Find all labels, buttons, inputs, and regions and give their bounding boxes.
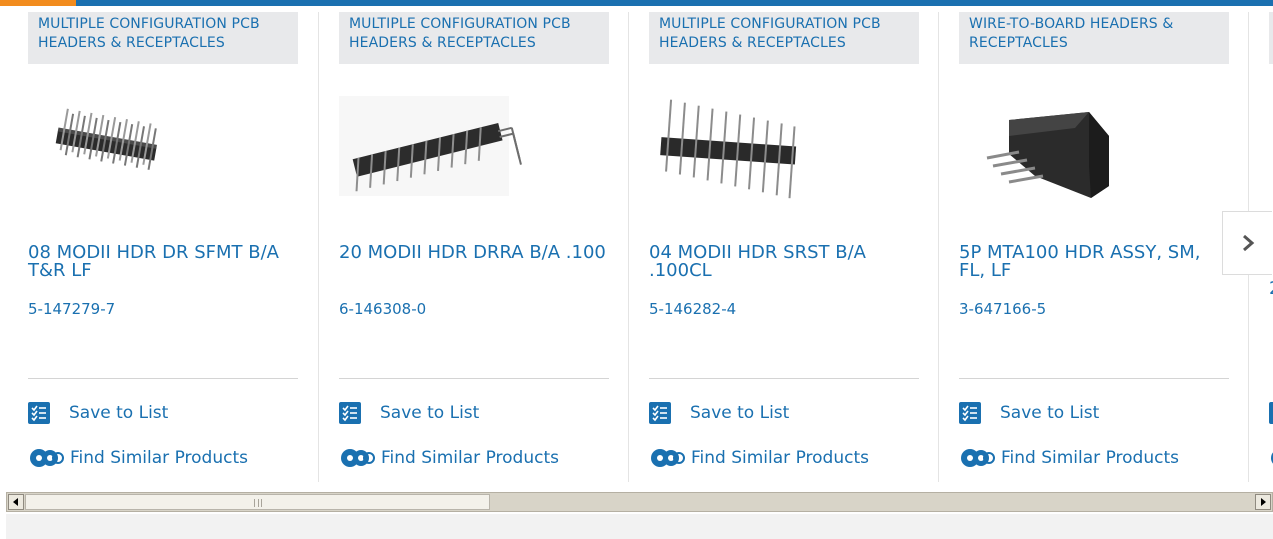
card-separator — [628, 12, 629, 482]
grip-icon — [253, 499, 262, 507]
gears-icon — [341, 449, 375, 467]
checklist-icon — [649, 402, 671, 424]
product-category: WIRE-TO-BOARD HEADERS & RECEPTACLES — [959, 12, 1229, 64]
part-number-link[interactable]: 6-146308-0 — [339, 300, 426, 318]
card-separator — [938, 12, 939, 482]
product-image[interactable] — [339, 86, 609, 206]
find-similar-products-button[interactable] — [1269, 446, 1273, 470]
part-number-link[interactable]: 5-147279-7 — [28, 300, 115, 318]
find-similar-products-button[interactable]: Find Similar Products — [649, 446, 869, 470]
save-to-list-label: Save to List — [69, 403, 169, 423]
part-number-link[interactable]: 3-647166-5 — [959, 300, 1046, 318]
product-card: MULTIPLE CONFIGURATION PCB HEADERS & REC… — [28, 6, 298, 482]
save-to-list-label: Save to List — [1000, 403, 1100, 423]
product-carousel: MULTIPLE CONFIGURATION PCB HEADERS & REC… — [0, 6, 1273, 482]
scroll-right-button[interactable] — [1255, 494, 1271, 510]
checklist-icon — [959, 402, 981, 424]
save-to-list-button[interactable]: Save to List — [28, 401, 168, 425]
save-to-list-button[interactable]: Save to List — [339, 401, 479, 425]
gears-icon — [30, 449, 64, 467]
product-category: MULTIPLE CONFIGURATION PCB HEADERS & REC… — [649, 12, 919, 64]
card-divider — [959, 378, 1229, 379]
scroll-left-button[interactable] — [8, 494, 24, 510]
product-card: MULTIPLE CONFIGURATION PCB HEADERS & REC… — [649, 6, 919, 482]
chevron-right-icon — [1242, 234, 1254, 252]
status-area — [6, 514, 1273, 539]
checklist-icon — [28, 402, 50, 424]
find-similar-label: Find Similar Products — [1001, 448, 1179, 468]
carousel-next-button[interactable] — [1222, 211, 1272, 275]
gears-icon — [1271, 452, 1273, 464]
find-similar-products-button[interactable]: Find Similar Products — [959, 446, 1179, 470]
product-image[interactable] — [959, 86, 1229, 206]
product-name-link[interactable]: 08 MODII HDR DR SFMT B/A T&R LF — [28, 244, 298, 280]
gears-icon — [651, 449, 685, 467]
product-name-link[interactable]: 04 MODII HDR SRST B/A .100CL — [649, 244, 919, 280]
product-category: MULTIPLE CONFIGURATION PCB HEADERS & REC… — [28, 12, 298, 64]
find-similar-products-button[interactable]: Find Similar Products — [28, 446, 248, 470]
product-image[interactable] — [649, 86, 919, 206]
save-to-list-button[interactable]: Save to List — [959, 401, 1099, 425]
part-number-link[interactable]: 5-146282-4 — [649, 300, 736, 318]
find-similar-label: Find Similar Products — [70, 448, 248, 468]
card-divider — [28, 378, 298, 379]
save-to-list-button[interactable] — [1269, 401, 1273, 425]
card-separator — [318, 12, 319, 482]
product-name-link[interactable]: 2 — [1269, 280, 1273, 298]
product-card: WIRE-TO-BOARD HEADERS & RECEPTACLES 5P M… — [959, 6, 1229, 482]
wire-to-board-header-image — [986, 112, 1109, 198]
save-to-list-button[interactable]: Save to List — [649, 401, 789, 425]
triangle-right-icon — [1261, 498, 1266, 506]
find-similar-label: Find Similar Products — [381, 448, 559, 468]
product-card: MULTIPLE CONFIGURATION PCB HEADERS & REC… — [339, 6, 609, 482]
pcb-header-image — [339, 96, 522, 196]
save-to-list-label: Save to List — [690, 403, 790, 423]
product-name-link[interactable]: 20 MODII HDR DRRA B/A .100 — [339, 244, 609, 262]
checklist-icon — [339, 402, 361, 424]
product-category — [1269, 12, 1273, 64]
horizontal-scrollbar[interactable] — [6, 492, 1273, 512]
find-similar-label: Find Similar Products — [691, 448, 869, 468]
pcb-header-image — [55, 108, 157, 170]
product-name-link[interactable]: 5P MTA100 HDR ASSY, SM, FL, LF — [959, 244, 1229, 280]
triangle-left-icon — [13, 498, 18, 506]
product-category: MULTIPLE CONFIGURATION PCB HEADERS & REC… — [339, 12, 609, 64]
checklist-icon — [1269, 402, 1273, 424]
gears-icon — [961, 449, 995, 467]
card-divider — [649, 378, 919, 379]
pcb-header-image — [660, 99, 797, 199]
product-image[interactable] — [28, 86, 298, 206]
save-to-list-label: Save to List — [380, 403, 480, 423]
card-divider — [339, 378, 609, 379]
scrollbar-thumb[interactable] — [25, 494, 490, 510]
find-similar-products-button[interactable]: Find Similar Products — [339, 446, 559, 470]
